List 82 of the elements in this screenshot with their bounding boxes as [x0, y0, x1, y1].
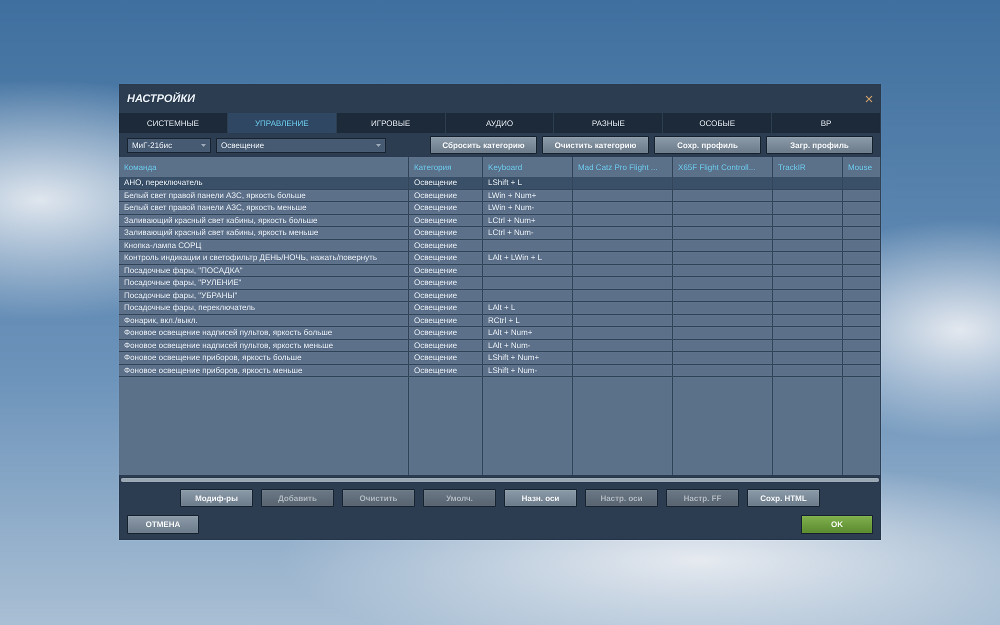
keyboard-cell: LCtrl + Num+ — [488, 216, 536, 225]
tab[interactable]: ВР — [772, 113, 881, 133]
close-icon[interactable] — [865, 94, 873, 102]
action-button[interactable]: Модиф-ры — [180, 489, 253, 507]
table-row[interactable]: Посадочные фары, "ПОСАДКА" Освещение — [119, 264, 881, 277]
command-cell: Кнопка-лампа СОРЦ — [124, 240, 202, 250]
cancel-button[interactable]: ОТМЕНА — [127, 515, 199, 534]
category-cell: Освещение — [414, 278, 458, 288]
command-cell: Контроль индикации и светофильтр ДЕНЬ/НОЧЬ, нажать/повернуть — [124, 253, 378, 262]
category-cell: Освещение — [414, 203, 458, 212]
keyboard-cell: RCtrl + L — [488, 316, 520, 325]
table-row[interactable]: Фоновое освещение надписей пультов, яркость больше Освещение LAlt + Num+ — [119, 327, 881, 340]
category-cell: Освещение — [414, 228, 458, 238]
command-cell: Фонарик, вкл./выкл. — [124, 316, 198, 325]
tab[interactable]: АУДИО — [446, 113, 554, 133]
table-row[interactable]: Заливающий красный свет кабины, яркость больше Освещение LCtrl + Num+ — [119, 214, 881, 227]
category-cell: Освещение — [414, 253, 458, 262]
keyboard-cell: LCtrl + Num- — [488, 228, 534, 238]
category-cell: Освещение — [414, 316, 458, 325]
keyboard-cell: LAlt + Num- — [488, 340, 530, 350]
action-button[interactable]: Сохр. HTML — [747, 489, 820, 507]
command-cell: Заливающий красный свет кабины, яркость меньше — [124, 228, 318, 238]
command-cell: Посадочные фары, "ПОСАДКА" — [124, 266, 243, 275]
table-row[interactable]: АНО, переключатель Освещение LShift + L — [119, 177, 881, 190]
command-cell: Фоновое освещение приборов, яркость больше — [124, 353, 302, 362]
table-row[interactable]: Фонарик, вкл./выкл. Освещение RCtrl + L — [119, 314, 881, 327]
keyboard-cell: LAlt + LWin + L — [488, 253, 542, 262]
caret-icon — [376, 144, 381, 146]
category-cell: Освещение — [414, 290, 458, 300]
command-cell: Посадочные фары, "УБРАНЫ" — [124, 290, 238, 300]
ok-button[interactable]: OK — [801, 515, 873, 534]
table-row[interactable]: Фоновое освещение приборов, яркость больше Освещение LShift + Num+ — [119, 352, 881, 364]
category-cell: Освещение — [414, 303, 458, 312]
category-cell: Освещение — [414, 266, 458, 275]
table-row[interactable]: Посадочные фары, "УБРАНЫ" Освещение — [119, 290, 881, 302]
table-row[interactable]: Заливающий красный свет кабины, яркость меньше Освещение LCtrl + Num- — [119, 227, 881, 240]
category-cell: Освещение — [414, 178, 458, 188]
table-row[interactable]: Белый свет правой панели АЗС, яркость меньше Освещение LWin + Num- — [119, 202, 881, 214]
table-row[interactable]: Кнопка-лампа СОРЦ Освещение — [119, 240, 881, 252]
toolbar-button[interactable]: Загр. профиль — [766, 136, 873, 154]
window-title: НАСТРОЙКИ — [127, 92, 196, 104]
category-cell: Освещение — [414, 353, 458, 362]
tab[interactable]: УПРАВЛЕНИЕ — [228, 113, 337, 133]
keyboard-cell: LAlt + Num+ — [488, 328, 532, 338]
category-cell: Освещение — [414, 216, 458, 225]
category-cell: Освещение — [414, 190, 458, 200]
command-cell: Заливающий красный свет кабины, яркость больше — [124, 216, 318, 225]
table-row[interactable]: Контроль индикации и светофильтр ДЕНЬ/НОЧЬ, нажать/повернуть Освещение LAlt + LWin + L — [119, 252, 881, 264]
toolbar-button[interactable]: Очистить категорию — [542, 136, 649, 154]
command-cell: Белый свет правой панели АЗС, яркость меньше — [124, 203, 307, 212]
category-dropdown[interactable]: Освещение — [216, 138, 386, 152]
category-cell: Освещение — [414, 366, 458, 375]
command-cell: Фоновое освещение надписей пультов, яркость больше — [124, 328, 332, 338]
command-cell: Посадочные фары, "РУЛЕНИЕ" — [124, 278, 242, 288]
table-row[interactable]: Посадочные фары, "РУЛЕНИЕ" Освещение — [119, 277, 881, 290]
keyboard-cell: LWin + Num- — [488, 203, 534, 212]
keyboard-cell: LWin + Num+ — [488, 190, 536, 200]
caret-icon — [201, 144, 206, 146]
toolbar-button[interactable]: Сохр. профиль — [654, 136, 761, 154]
table-row[interactable]: Фоновое освещение приборов, яркость меньше Освещение LShift + Num- — [119, 364, 881, 377]
table-row[interactable]: Белый свет правой панели АЗС, яркость больше Освещение LWin + Num+ — [119, 190, 881, 202]
tab[interactable]: ИГРОВЫЕ — [336, 113, 446, 133]
action-button[interactable]: Назн. оси — [504, 489, 577, 507]
aircraft-dropdown[interactable]: МиГ-21бис — [127, 138, 211, 152]
command-cell: Белый свет правой панели АЗС, яркость больше — [124, 190, 306, 200]
category-cell: Освещение — [414, 328, 458, 338]
keyboard-cell: LAlt + L — [488, 303, 516, 312]
table-row[interactable]: Посадочные фары, переключатель Освещение LAlt + L — [119, 302, 881, 314]
command-cell: Посадочные фары, переключатель — [124, 303, 256, 312]
tab[interactable]: РАЗНЫЕ — [554, 113, 664, 133]
horizontal-scrollbar[interactable] — [121, 478, 879, 482]
command-cell: АНО, переключатель — [124, 178, 203, 188]
category-cell: Освещение — [414, 240, 458, 250]
command-cell: Фоновое освещение приборов, яркость меньше — [124, 366, 302, 375]
keyboard-cell: LShift + Num+ — [488, 353, 540, 362]
tab[interactable]: ОСОБЫЕ — [663, 113, 772, 133]
table-row[interactable]: Фоновое освещение надписей пультов, яркость меньше Освещение LAlt + Num- — [119, 340, 881, 352]
command-cell: Фоновое освещение надписей пультов, яркость меньше — [124, 340, 334, 350]
keyboard-cell: LShift + Num- — [488, 366, 538, 375]
category-cell: Освещение — [414, 340, 458, 350]
keyboard-cell: LShift + L — [488, 178, 522, 188]
toolbar-button[interactable]: Сбросить категорию — [430, 136, 537, 154]
